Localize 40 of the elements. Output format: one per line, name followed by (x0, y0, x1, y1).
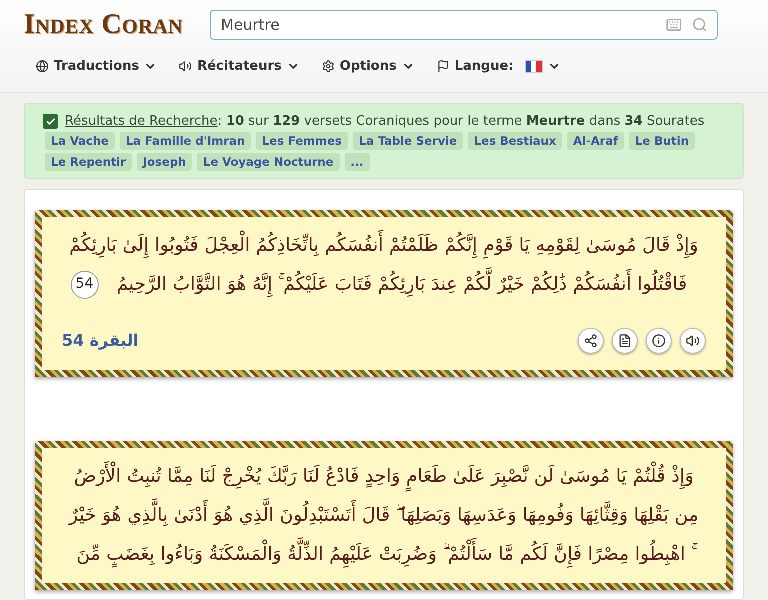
settings-icon (322, 60, 335, 73)
surah-tag[interactable]: Le Voyage Nocturne (197, 153, 340, 171)
surah-tag[interactable]: La Vache (45, 132, 115, 150)
nav-menu[interactable]: Langue: (436, 55, 561, 78)
verse-number: 54 (70, 270, 99, 299)
speaker-icon (686, 334, 700, 348)
document-icon (618, 334, 632, 348)
info-button[interactable] (646, 328, 672, 354)
verse-text: وَإِذْ قُلْتُمْ يَا مُوسَىٰ لَن نَّصْبِرَ عَلَىٰ طَعَامٍ وَاحِدٍ فَادْعُ لَنَا رَبَّكَ يُخْرِجْ لَنَا مِمَّا تُنبِتُ الْأَرْضُ (64, 460, 704, 493)
surah-tag[interactable]: La Famille d'Imran (120, 132, 252, 150)
nav-menu[interactable]: Traductions (36, 55, 158, 78)
surah-tag[interactable]: Les Femmes (256, 132, 348, 150)
surah-tag[interactable]: Le Butin (629, 132, 696, 150)
pdf-button[interactable] (612, 328, 638, 354)
verse-text: فَاقْتُلُوا أَنفُسَكُمْ ذَٰلِكُمْ خَيْرٌ لَّكُمْ عِندَ بَارِئِكُمْ فَتَابَ عَلَيْكُمْ ۚ إِنَّهُ هُوَ التَّوَّابُ الرَّحِيمُ (106, 268, 698, 302)
share-button[interactable] (578, 328, 604, 354)
globe-icon (36, 60, 49, 73)
verse-reference[interactable]: البقرة 54 (62, 331, 139, 350)
checkbox[interactable] (43, 114, 58, 129)
results-summary: Résultats de Recherche: 10 sur 129 versets Coraniques pour le terme Meurtre dans 34 Sourates (65, 114, 705, 129)
results-link[interactable]: Résultats de Recherche (65, 114, 218, 129)
share-icon (584, 334, 598, 348)
surah-tag[interactable]: La Table Servie (353, 132, 464, 150)
checkmark-icon (46, 116, 56, 126)
surah-tag[interactable]: Al-Araf (567, 132, 624, 150)
french-flag-icon (524, 60, 543, 73)
surah-tag[interactable]: Le Repentir (45, 153, 132, 171)
verse-text: وَإِذْ قَالَ مُوسَىٰ لِقَوْمِهِ يَا قَوْمِ إِنَّكُمْ ظَلَمْتُمْ أَنفُسَكُم بِاتِّخَاذِكُمُ الْعِجْلَ فَتُوبُوا إِلَىٰ بَارِئِكُمْ (60, 229, 708, 262)
speaker-icon (179, 60, 192, 73)
flag-icon (436, 60, 450, 73)
nav-menu[interactable]: Récitateurs (179, 55, 300, 78)
info-icon (652, 334, 666, 348)
nav-menu[interactable]: Options (322, 55, 415, 78)
surah-tag[interactable]: Joseph (137, 153, 192, 171)
verse-text: مِن بَقْلِهَا وَقِثَّائِهَا وَفُومِهَا وَعَدَسِهَا وَبَصَلِهَا ۖ قَالَ أَتَسْتَبْدِلُونَ الَّذِي هُوَ أَدْنَىٰ بِالَّذِي هُوَ خَيْرٌ (59, 498, 709, 532)
surah-tag[interactable]: ... (344, 153, 370, 171)
surah-tag[interactable]: Les Bestiaux (468, 132, 562, 150)
audio-button[interactable] (680, 328, 706, 354)
verse-text: ۚ اهْبِطُوا مِصْرًا فَإِنَّ لَكُم مَّا سَأَلْتُمْ ۗ وَضُرِبَتْ عَلَيْهِمُ الذِّلَّةُ وَالْمَسْكَنَةُ وَبَاءُوا بِغَضَبٍ مِّنَ (66, 538, 702, 572)
site-logo[interactable]: Index Coran (24, 9, 192, 41)
